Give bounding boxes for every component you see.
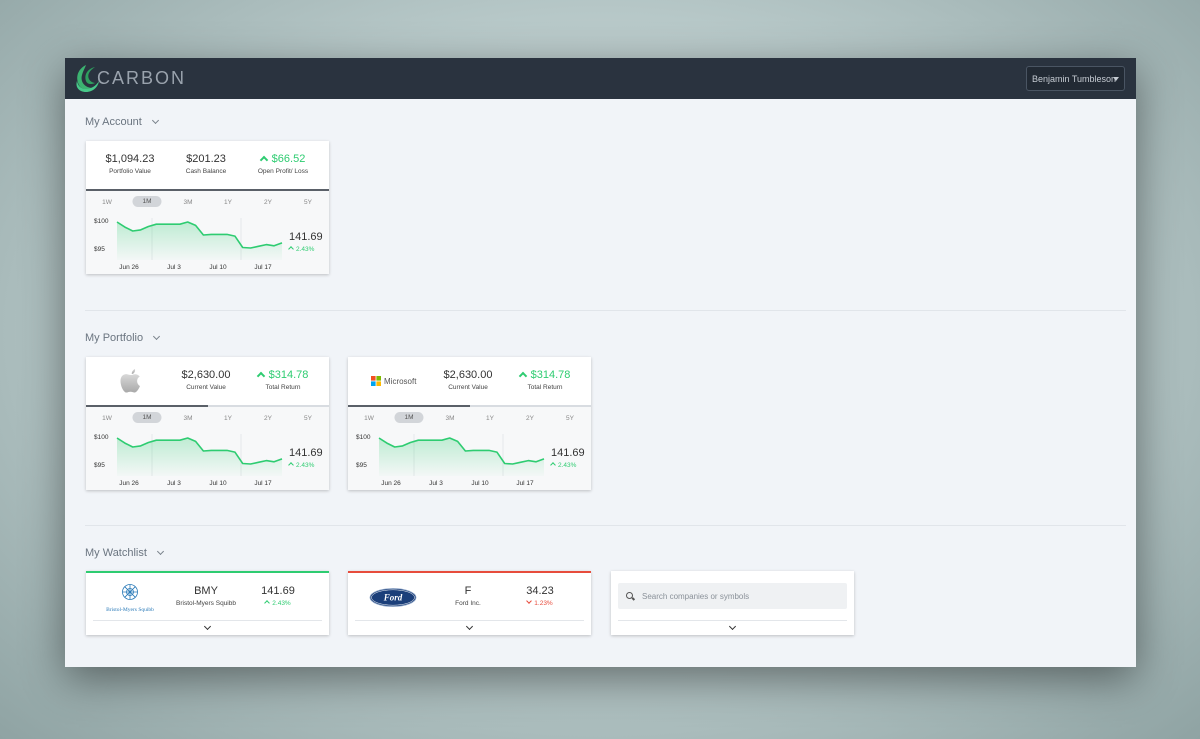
section-title-account: My Account: [85, 116, 142, 128]
quote-price: 34.23: [526, 585, 554, 597]
expand-chevron-icon[interactable]: [203, 622, 211, 631]
section-title-portfolio: My Portfolio: [85, 332, 144, 344]
company-name: Ford Inc.: [455, 600, 481, 607]
app-window: CARBON Benjamin Tumbleson My Account $1,…: [65, 58, 1136, 667]
x-tick-label: Jul 3: [167, 480, 181, 487]
x-tick-label: Jul 17: [254, 264, 272, 271]
y-tick-label: $95: [94, 246, 105, 253]
arrow-up-icon: [288, 462, 294, 468]
total-return-stat: $314.78 Total Return: [248, 369, 318, 391]
microsoft-logo-text: Microsoft: [384, 376, 417, 386]
chevron-down-icon: [151, 116, 159, 125]
x-tick-label: Jul 17: [254, 480, 272, 487]
card-separator: [618, 620, 847, 621]
apple-chart: 1W 1M 3M 1Y 2Y 5Y $100 $95 Jun 26 Jul 3 Jul 10 Jul…: [86, 407, 329, 490]
section-my-account[interactable]: My Account: [85, 116, 159, 128]
arrow-up-icon: [550, 462, 556, 468]
area-fill: [117, 222, 282, 260]
quote-block: 34.23 1.23%: [520, 585, 560, 607]
portfolio-card-microsoft[interactable]: Microsoft $2,630.00 Current Value $314.7…: [348, 357, 591, 490]
current-price: 141.69: [289, 447, 323, 459]
microsoft-logo-icon: [371, 376, 381, 386]
company-name: Bristol-Myers Squibb: [176, 600, 236, 607]
user-name: Benjamin Tumbleson: [1032, 73, 1117, 84]
quote-change: 2.43%: [258, 600, 298, 607]
account-chart: 1W 1M 3M 1Y 2Y 5Y $100 $95 Jun 26 Jul 3 Jul 10 Jul…: [86, 191, 329, 274]
quote-block: 141.69 2.43%: [258, 585, 298, 607]
bms-logo-icon: [122, 584, 138, 600]
y-tick-label: $95: [356, 462, 367, 469]
open-profit-stat: $66.52 Open Profit/ Loss: [257, 153, 309, 175]
card-separator: [355, 620, 584, 621]
section-divider: [85, 310, 1126, 311]
expand-chevron-icon[interactable]: [465, 622, 473, 631]
x-tick-label: Jun 26: [119, 264, 139, 271]
watchlist-search-card: [611, 571, 854, 635]
price-change: 2.43%: [550, 462, 576, 469]
caret-down-icon: [1113, 77, 1119, 81]
ford-logo-icon: Ford: [369, 588, 417, 607]
arrow-up-icon: [518, 371, 527, 381]
x-tick-label: Jul 3: [429, 480, 443, 487]
ford-logo-text: Ford: [383, 593, 403, 603]
price-change: 2.43%: [288, 246, 314, 253]
x-tick-label: Jul 10: [209, 480, 227, 487]
section-my-watchlist[interactable]: My Watchlist: [85, 547, 164, 559]
quote-change: 1.23%: [520, 598, 560, 607]
chevron-down-icon: [153, 332, 161, 341]
account-card: $1,094.23 Portfolio Value $201.23 Cash B…: [86, 141, 329, 274]
y-tick-label: $100: [94, 434, 109, 441]
x-tick-label: Jul 3: [167, 264, 181, 271]
y-tick-label: $100: [94, 218, 109, 225]
watchlist-card-ford[interactable]: Ford F Ford Inc. 34.23 1.23%: [348, 571, 591, 635]
quote-price: 141.69: [261, 585, 295, 597]
x-tick-label: Jun 26: [381, 480, 401, 487]
cash-balance-stat: $201.23 Cash Balance: [185, 153, 227, 175]
x-tick-label: Jul 17: [516, 480, 534, 487]
microsoft-logo: Microsoft: [371, 376, 416, 386]
y-tick-label: $95: [94, 462, 105, 469]
arrow-down-icon: [526, 598, 533, 604]
microsoft-chart: 1W 1M 3M 1Y 2Y 5Y $100 $95 Jun 26 Jul 3 Jul 10 Jul…: [348, 407, 591, 490]
section-title-watchlist: My Watchlist: [85, 547, 147, 559]
search-icon: [626, 592, 633, 599]
search-input[interactable]: [618, 583, 847, 609]
area-fill: [117, 438, 282, 476]
bms-logo: Bristol-Myers Squibb: [102, 583, 158, 613]
x-tick-label: Jul 10: [471, 480, 489, 487]
arrow-up-icon: [256, 371, 265, 381]
accent-bar: [86, 571, 329, 573]
top-navbar: CARBON Benjamin Tumbleson: [65, 58, 1136, 99]
arrow-up-icon: [259, 155, 268, 165]
chevron-down-icon: [156, 547, 164, 556]
current-value-stat: $2,630.00 Current Value: [443, 369, 493, 391]
current-price: 141.69: [551, 447, 585, 459]
section-my-portfolio[interactable]: My Portfolio: [85, 332, 161, 344]
portfolio-card-apple[interactable]: $2,630.00 Current Value $314.78 Total Re…: [86, 357, 329, 490]
accent-bar: [348, 571, 591, 573]
bms-logo-text: Bristol-Myers Squibb: [106, 607, 154, 613]
watchlist-card-bmy[interactable]: Bristol-Myers Squibb BMY Bristol-Myers S…: [86, 571, 329, 635]
card-separator: [93, 620, 322, 621]
section-divider: [85, 525, 1126, 526]
apple-logo-icon: [120, 369, 140, 393]
expand-chevron-icon[interactable]: [728, 622, 736, 631]
ticker-symbol: BMY: [194, 585, 218, 597]
y-tick-label: $100: [356, 434, 371, 441]
symbol-block: F Ford Inc.: [428, 585, 508, 607]
price-change: 2.43%: [288, 462, 314, 469]
x-tick-label: Jun 26: [119, 480, 139, 487]
portfolio-value-stat: $1,094.23 Portfolio Value: [105, 153, 155, 175]
total-return-stat: $314.78 Total Return: [510, 369, 580, 391]
arrow-up-icon: [264, 600, 271, 606]
symbol-block: BMY Bristol-Myers Squibb: [166, 585, 246, 607]
user-menu-button[interactable]: Benjamin Tumbleson: [1026, 66, 1125, 91]
ticker-symbol: F: [464, 585, 472, 597]
x-tick-label: Jul 10: [209, 264, 227, 271]
arrow-up-icon: [288, 246, 294, 252]
current-price: 141.69: [289, 231, 323, 243]
current-value-stat: $2,630.00 Current Value: [181, 369, 231, 391]
brand-name: CARBON: [97, 68, 187, 88]
area-fill: [379, 438, 544, 476]
